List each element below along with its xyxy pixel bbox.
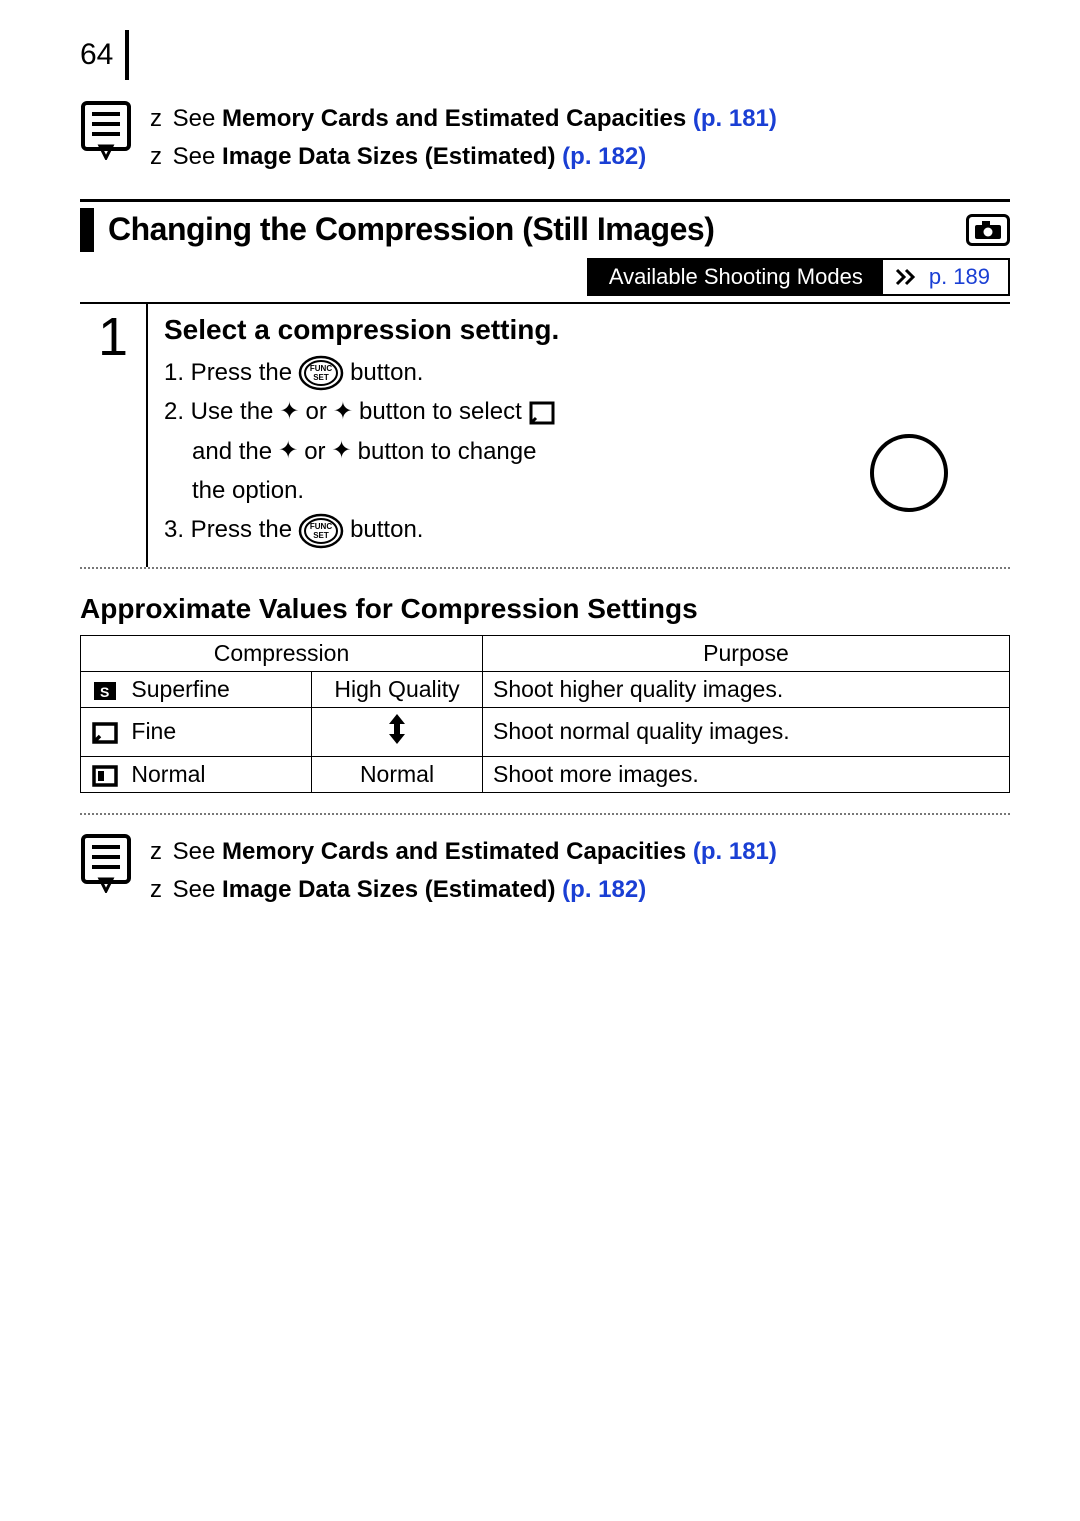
page-number: 64 (80, 30, 129, 80)
page-ref-link[interactable]: p. 189 (925, 260, 1008, 294)
note-document-icon (80, 100, 132, 165)
note-block-bottom: z See Memory Cards and Estimated Capacit… (80, 833, 1010, 910)
note-line: z See Image Data Sizes (Estimated) (p. 1… (150, 138, 777, 176)
available-modes-label: Available Shooting Modes (589, 260, 883, 294)
compression-table: Compression Purpose S Superfine High Qua… (80, 635, 1010, 793)
step-block: 1 Select a compression setting. 1. Press… (80, 302, 1010, 569)
table-header: Purpose (483, 635, 1010, 671)
section-heading: Changing the Compression (Still Images) (80, 199, 1010, 252)
note-block-top: z See Memory Cards and Estimated Capacit… (80, 100, 1010, 177)
svg-text:SET: SET (313, 373, 329, 382)
page-ref-link[interactable]: (p. 182) (562, 876, 646, 903)
table-row: Fine Shoot normal quality images. (81, 707, 1010, 756)
camera-mode-icon (966, 214, 1010, 246)
svg-text:FUNC: FUNC (310, 364, 332, 373)
step-title: Select a compression setting. (164, 314, 1010, 346)
step-number: 1 (80, 304, 148, 567)
instruction-line: 3. Press the FUNCSET button. (164, 511, 1010, 549)
func-set-button-icon: FUNCSET (298, 511, 344, 549)
sub-heading: Approximate Values for Compression Setti… (80, 593, 1010, 625)
page-ref-link[interactable]: (p. 181) (693, 105, 777, 132)
note-line: z See Memory Cards and Estimated Capacit… (150, 833, 777, 871)
up-arrow-icon: ✦ (279, 400, 299, 424)
table-row: Normal Normal Shoot more images. (81, 756, 1010, 792)
func-set-button-icon: FUNCSET (298, 354, 344, 392)
double-chevron-icon (883, 260, 925, 294)
normal-icon (91, 764, 119, 788)
compression-rect-icon (528, 393, 556, 430)
svg-text:S: S (100, 684, 109, 700)
fine-icon (91, 721, 119, 745)
instruction-line: 2. Use the ✦ or ✦ button to select (164, 393, 1010, 430)
page-header: 64 (80, 30, 1010, 80)
divider (80, 813, 1010, 815)
instruction-line: 1. Press the FUNCSET button. (164, 354, 1010, 392)
note-line: z See Memory Cards and Estimated Capacit… (150, 100, 777, 138)
illustration-placeholder-circle (870, 434, 948, 512)
note-document-icon (80, 833, 132, 898)
superfine-icon: S (91, 679, 119, 703)
down-arrow-icon: ✦ (333, 400, 353, 424)
right-arrow-icon: ✦ (332, 439, 352, 463)
page-ref-link[interactable]: (p. 181) (693, 838, 777, 865)
left-arrow-icon: ✦ (278, 439, 298, 463)
page-ref-link[interactable]: (p. 182) (562, 143, 646, 170)
available-modes-box: Available Shooting Modes p. 189 (587, 258, 1010, 296)
note-line: z See Image Data Sizes (Estimated) (p. 1… (150, 871, 777, 909)
table-row: S Superfine High Quality Shoot higher qu… (81, 671, 1010, 707)
heading-accent-bar (80, 208, 94, 252)
svg-text:SET: SET (313, 531, 329, 540)
section-title: Changing the Compression (Still Images) (108, 211, 956, 248)
svg-text:FUNC: FUNC (310, 522, 332, 531)
table-header: Compression (81, 635, 483, 671)
up-down-arrow-icon (386, 725, 408, 751)
